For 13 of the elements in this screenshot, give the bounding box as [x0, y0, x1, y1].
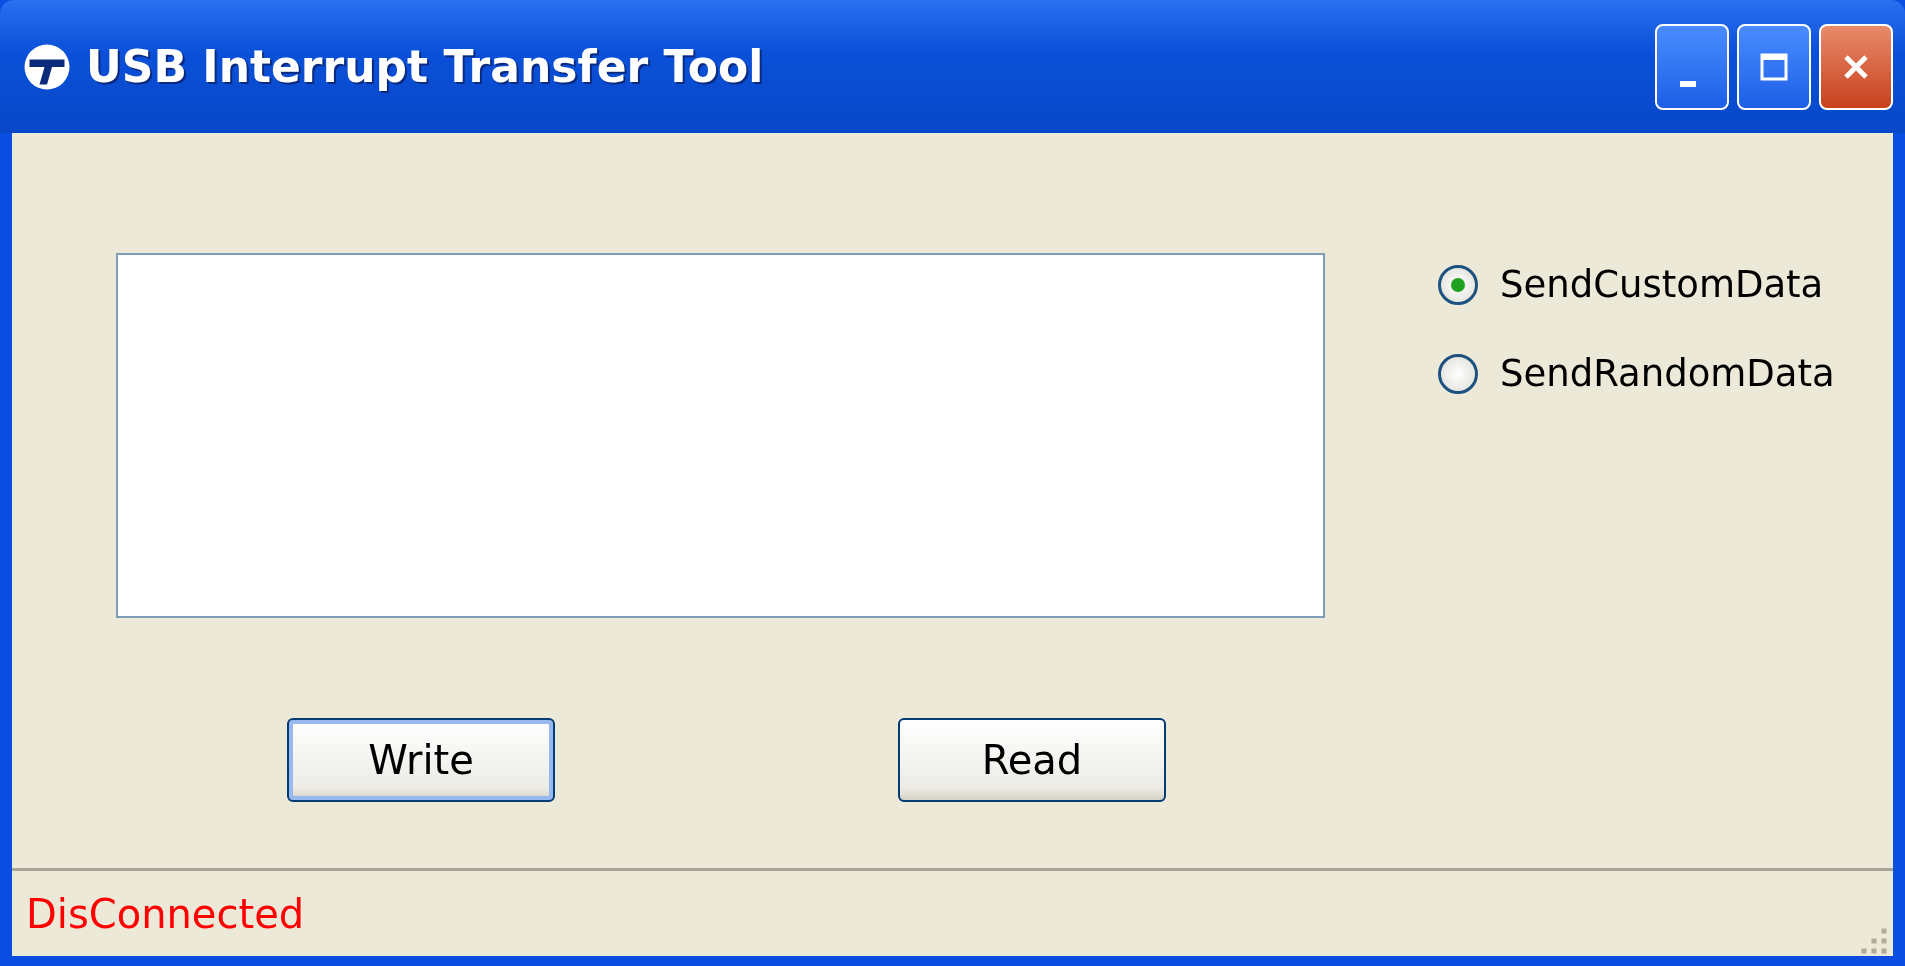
minimize-icon: [1680, 80, 1696, 87]
radio-option[interactable]: SendRandomData: [1438, 352, 1835, 395]
radio-circle[interactable]: [1438, 353, 1478, 394]
maximize-button[interactable]: [1737, 23, 1811, 110]
close-button[interactable]: [1819, 23, 1893, 110]
window-title: USB Interrupt Transfer Tool: [86, 41, 764, 92]
read-button[interactable]: Read: [898, 718, 1166, 802]
resize-grip-icon: [1859, 926, 1889, 956]
radio-circle[interactable]: [1438, 264, 1478, 305]
radio-option[interactable]: SendCustomData: [1438, 263, 1835, 306]
minimize-button[interactable]: [1655, 23, 1729, 110]
write-button[interactable]: Write: [287, 718, 555, 802]
status-text: DisConnected: [26, 890, 305, 937]
